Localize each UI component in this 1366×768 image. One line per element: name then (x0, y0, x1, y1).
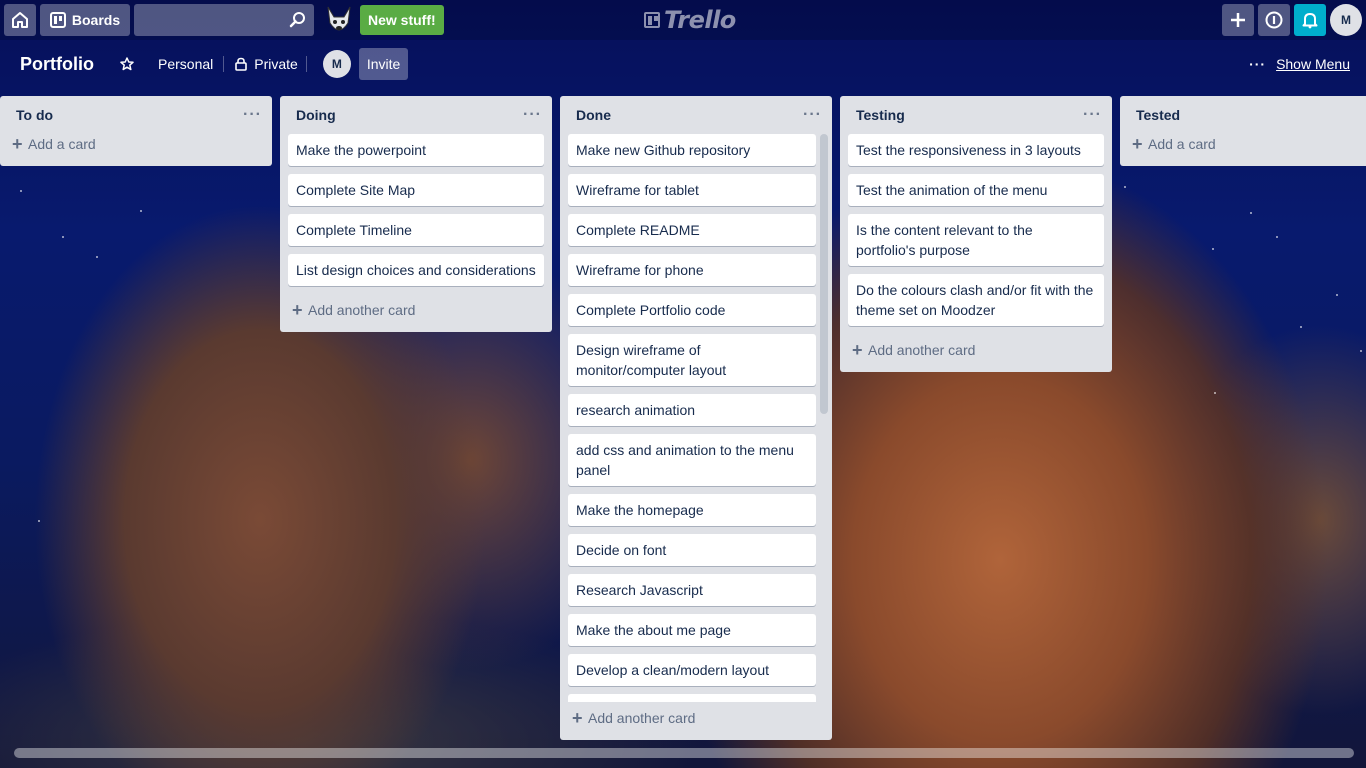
card[interactable]: Wireframe for tablet (568, 174, 816, 206)
card[interactable]: Decide on font (568, 534, 816, 566)
list-title[interactable]: Tested (1136, 107, 1180, 123)
card[interactable]: Complete Timeline (288, 214, 544, 246)
card[interactable]: Complete Portfolio code (568, 294, 816, 326)
plus-icon: + (572, 707, 583, 728)
plus-icon: + (12, 133, 23, 154)
add-card-button[interactable]: + Add another card (280, 294, 552, 326)
list-title[interactable]: Doing (296, 107, 336, 123)
board-header: Portfolio Personal Private M Invite ··· … (0, 40, 1366, 88)
lock-icon (235, 57, 248, 71)
list-done: Done ··· Make new Github repository Wire… (560, 96, 832, 740)
card[interactable]: Do the colours clash and/or fit with the… (848, 274, 1104, 326)
ellipsis-icon[interactable]: ··· (803, 106, 822, 124)
list-title[interactable]: Done (576, 107, 611, 123)
trello-logo[interactable]: Trello (644, 6, 736, 34)
add-card-label: Add a card (1148, 136, 1216, 152)
list-testing: Testing ··· Test the responsiveness in 3… (840, 96, 1112, 372)
visibility-button[interactable]: Private (234, 56, 298, 72)
star-icon[interactable] (120, 57, 134, 71)
add-card-label: Add another card (588, 710, 696, 726)
card[interactable]: Make the about me page (568, 614, 816, 646)
plus-icon (1231, 13, 1245, 27)
add-card-label: Add a card (28, 136, 96, 152)
create-button[interactable] (1222, 4, 1254, 36)
card[interactable]: Develop a clean/modern layout (568, 654, 816, 686)
board-title[interactable]: Portfolio (20, 54, 94, 75)
add-card-button[interactable]: + Add another card (840, 334, 1112, 366)
account-avatar[interactable]: M (1330, 4, 1362, 36)
plus-icon: + (292, 299, 303, 320)
list-tested: Tested + Add a card (1120, 96, 1366, 166)
ellipsis-icon[interactable]: ··· (523, 106, 542, 124)
card[interactable]: Design wireframe of monitor/computer lay… (568, 334, 816, 386)
list-doing: Doing ··· Make the powerpoint Complete S… (280, 96, 552, 332)
divider (223, 56, 225, 72)
team-label: Personal (158, 56, 214, 72)
team-button[interactable]: Personal (158, 56, 213, 72)
divider (305, 56, 307, 72)
add-card-button[interactable]: + Add another card (560, 702, 832, 734)
list-header: Doing ··· (280, 96, 552, 134)
card[interactable]: Complete README (568, 214, 816, 246)
trello-logo-icon (644, 12, 660, 28)
ellipsis-icon: ··· (1249, 56, 1267, 72)
add-card-label: Add another card (868, 342, 976, 358)
card[interactable]: Make the powerpoint (288, 134, 544, 166)
home-button[interactable] (4, 4, 36, 36)
top-header: Boards New stuff! Trello M (0, 0, 1366, 40)
list-header: Done ··· (560, 96, 832, 134)
card[interactable]: Test the responsiveness in 3 layouts (848, 134, 1104, 166)
vertical-scrollbar[interactable] (820, 134, 828, 414)
plus-icon: + (852, 339, 863, 360)
list-header: Testing ··· (840, 96, 1112, 134)
card[interactable]: Complete Site Map (288, 174, 544, 206)
list-title[interactable]: Testing (856, 107, 905, 123)
boards-icon (49, 12, 66, 28)
boards-button[interactable]: Boards (40, 4, 130, 36)
card[interactable]: Make the homepage (568, 494, 816, 526)
card[interactable]: Research Javascript (568, 574, 816, 606)
card-scroll-area[interactable]: Make new Github repository Wireframe for… (560, 134, 832, 702)
card[interactable] (568, 694, 816, 702)
search-input[interactable] (134, 4, 314, 36)
card[interactable]: add css and animation to the menu panel (568, 434, 816, 486)
show-menu-label: Show Menu (1276, 56, 1350, 72)
list-title[interactable]: To do (16, 107, 53, 123)
search-icon (289, 12, 305, 28)
info-button[interactable] (1258, 4, 1290, 36)
new-stuff-button[interactable]: New stuff! (360, 5, 444, 35)
ellipsis-icon[interactable]: ··· (1083, 106, 1102, 124)
card[interactable]: List design choices and considerations (288, 254, 544, 286)
show-menu-button[interactable]: ··· Show Menu (1249, 56, 1350, 72)
card[interactable]: Test the animation of the menu (848, 174, 1104, 206)
logo-text: Trello (664, 6, 736, 34)
card[interactable]: Make new Github repository (568, 134, 816, 166)
info-icon (1265, 11, 1283, 29)
bell-icon (1302, 13, 1318, 29)
add-card-button[interactable]: + Add a card (1120, 128, 1366, 160)
member-avatar[interactable]: M (322, 50, 351, 78)
home-icon (12, 12, 28, 28)
notifications-button[interactable] (1294, 4, 1326, 36)
card-list: Make the powerpoint Complete Site Map Co… (280, 134, 552, 286)
plus-icon: + (1132, 133, 1143, 154)
taco-mascot-icon[interactable] (322, 3, 356, 37)
invite-button[interactable]: Invite (358, 48, 409, 80)
visibility-label: Private (254, 56, 298, 72)
add-card-label: Add another card (308, 302, 416, 318)
card-list: Make new Github repository Wireframe for… (560, 134, 832, 702)
list-to-do: To do ··· + Add a card (0, 96, 272, 166)
boards-label: Boards (71, 12, 121, 28)
card[interactable]: Wireframe for phone (568, 254, 816, 286)
ellipsis-icon[interactable]: ··· (243, 106, 262, 124)
card[interactable]: Is the content relevant to the portfolio… (848, 214, 1104, 266)
add-card-button[interactable]: + Add a card (0, 128, 272, 160)
card-list: Test the responsiveness in 3 layouts Tes… (840, 134, 1112, 326)
card[interactable]: research animation (568, 394, 816, 426)
horizontal-scrollbar[interactable] (14, 748, 1354, 758)
